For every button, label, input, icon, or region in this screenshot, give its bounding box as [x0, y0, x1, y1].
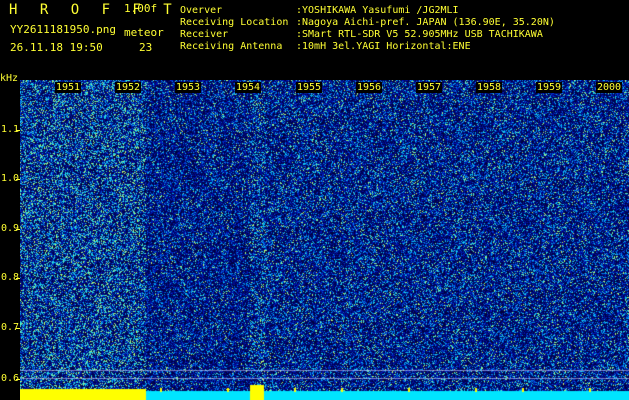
- minute-label: 1953: [175, 82, 202, 93]
- minute-label: 1956: [356, 82, 383, 93]
- spectrogram: [20, 80, 629, 400]
- observer-value: :YOSHIKAWA Yasufumi /JG2MLI: [296, 5, 459, 16]
- minute-label: 1952: [115, 82, 142, 93]
- receiver-value: :SMart RTL-SDR V5 52.905MHz USB TACHIKAW…: [296, 29, 543, 40]
- receiver-key: Receiver: [180, 29, 229, 40]
- meteor-count: 23: [139, 41, 153, 54]
- location-key: Receiving Location: [180, 17, 289, 28]
- antenna-value: :10mH 3el.YAGI Horizontal:ENE: [296, 41, 471, 52]
- hrofft-window: H R O F F T 1.00f YY2611181950.png meteo…: [0, 0, 629, 400]
- file-name: YY2611181950.png: [10, 23, 116, 36]
- minute-label: 1954: [235, 82, 262, 93]
- minute-label: 1957: [416, 82, 443, 93]
- antenna-key: Receiving Antenna: [180, 41, 283, 52]
- location-value: :Nagoya Aichi-pref. JAPAN (136.90E, 35.2…: [296, 17, 555, 28]
- observer-key: Overver: [180, 5, 223, 16]
- meteor-label: meteor: [124, 26, 164, 39]
- frequency-axis: 1.1 1.0 0.9 0.8 0.7 0.6: [0, 80, 20, 400]
- minute-label: 1955: [296, 82, 323, 93]
- minute-label: 2000: [596, 82, 623, 93]
- minute-label: 1959: [536, 82, 563, 93]
- minute-label: 1958: [476, 82, 503, 93]
- app-version: 1.00f: [124, 2, 158, 15]
- capture-datetime: 26.11.18 19:50: [10, 41, 103, 54]
- minute-label: 1951: [55, 82, 82, 93]
